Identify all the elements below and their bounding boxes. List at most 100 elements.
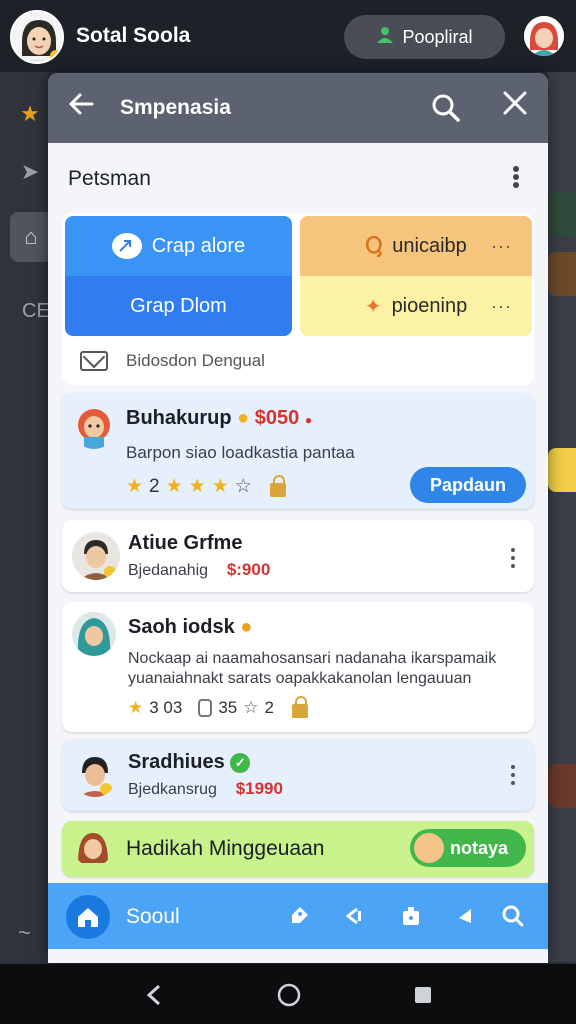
system-back-icon[interactable] (144, 984, 164, 1011)
card-title: Hadikah Minggeuaan (126, 837, 325, 860)
dialog-title: Smpenasia (120, 96, 231, 119)
action-button-2-label: Grap Dlom (130, 294, 227, 317)
avatar-redhair-icon (524, 16, 564, 56)
system-home-icon[interactable] (277, 983, 301, 1012)
card-title: Buhakurup ● $050 ● (126, 407, 312, 430)
feed-card[interactable]: Sradhiues ✓ Bjedkansrug $1990 (62, 739, 534, 811)
card-title: Saoh iodsk ● (128, 616, 252, 639)
search-loop-icon: Ⴓ (365, 235, 383, 258)
grid-footer-label: Bidosdon Dengual (126, 351, 265, 370)
secondary-avatar[interactable] (524, 16, 564, 56)
feed-card[interactable]: Buhakurup ● $050 ● Barpon siao loadkasti… (62, 393, 534, 509)
secondary-rating: 2 (264, 698, 274, 717)
star-icon: ★ (126, 476, 144, 497)
grid-footer: Bidosdon Dengual (62, 341, 265, 381)
app-title: Sotal Soola (76, 24, 191, 47)
search-icon[interactable] (498, 901, 528, 931)
card-description-line2: yuanaiahnakt sarats oapakkakanolan lenga… (128, 670, 472, 687)
background-sidebar: ★ ➤ ⌂ CE ~ (0, 72, 52, 962)
person-orange-icon: ✦ (364, 295, 382, 318)
back-arrow-icon[interactable] (66, 89, 96, 128)
action-button-1[interactable]: Crap alore (65, 216, 292, 276)
action-button-2[interactable]: Grap Dlom (65, 276, 292, 336)
star-outline-icon: ☆ (243, 698, 259, 717)
feed-card-highlight[interactable]: Hadikah Minggeuaan notaya (62, 821, 534, 877)
feed-card[interactable]: Atiue Grfme Bjedanahig $:900 (62, 520, 534, 592)
section-title: Petsman (68, 167, 151, 190)
card-description: Barpon siao loadkastia pantaa (126, 443, 355, 462)
profile-avatar[interactable] (10, 10, 64, 64)
stats-row: ★ 3 03 35 ☆ 2 (128, 696, 308, 718)
background-chip (548, 192, 576, 236)
status-chip-label: notaya (450, 837, 509, 858)
dot-icon: ● (304, 413, 313, 427)
lock-icon (291, 696, 308, 718)
system-recents-icon[interactable] (414, 986, 432, 1009)
system-navigation-bar (0, 964, 576, 1024)
dialog-panel: Smpenasia Petsman Crap alore Grap Dlom Ⴓ… (48, 73, 548, 963)
avatar-redhead-icon (72, 405, 116, 449)
pin-icon: ➤ (20, 159, 40, 184)
star-icon: ★ (128, 698, 144, 717)
star-outline-icon: ☆ (234, 476, 252, 497)
action-button[interactable]: Papdaun (410, 467, 526, 503)
smile-icon: ● (237, 407, 250, 429)
card-price: $050 (254, 407, 300, 429)
avatar-man-icon (72, 532, 120, 580)
link-icon (111, 233, 142, 259)
action-button-3-label: unicaibp (392, 234, 467, 257)
close-icon[interactable] (500, 87, 530, 127)
card-title: Sradhiues ✓ (128, 751, 251, 774)
status-chip-button[interactable]: notaya (410, 829, 526, 867)
more-dots-icon[interactable]: ··· (491, 236, 512, 257)
card-subtitle: Bjedkansrug $1990 (128, 779, 283, 799)
action-button-3[interactable]: Ⴓ unicaibp ··· (300, 216, 532, 276)
card-price: $1990 (235, 779, 283, 798)
count-value: 35 (218, 698, 238, 717)
share-icon[interactable] (338, 901, 368, 931)
home-icon[interactable] (66, 895, 110, 939)
kebab-menu-icon[interactable] (510, 765, 516, 785)
card-description-line1: Nockaap ai naamahosansari nadanaha ikars… (128, 650, 497, 667)
avatar-man-2-icon (72, 751, 118, 797)
star-icon: ★ (20, 101, 40, 126)
star-icon: ★ (165, 476, 183, 497)
rating-value: 2 (149, 475, 160, 497)
feed-card[interactable]: Saoh iodsk ● Nockaap ai naamahosansari n… (62, 602, 534, 732)
send-icon[interactable] (450, 901, 480, 931)
tag-icon[interactable] (284, 901, 314, 931)
star-icon: ★ (211, 476, 229, 497)
comment-icon (198, 699, 213, 717)
nav-label: Sooul (126, 905, 180, 928)
home-outline-icon: ⌂ (10, 212, 52, 262)
emoji-icon: ● (240, 616, 253, 638)
card-title-text: Saoh iodsk (128, 616, 235, 638)
sort-icon[interactable] (506, 165, 526, 189)
lock-icon (269, 474, 286, 497)
more-dots-icon[interactable]: ··· (491, 296, 512, 317)
bag-icon[interactable] (396, 901, 426, 931)
card-title-text: Sradhiues (128, 751, 225, 773)
card-title-text: Buhakurup (126, 407, 232, 429)
rating-value: 3 03 (149, 698, 183, 717)
card-title: Atiue Grfme (128, 532, 243, 554)
search-icon[interactable] (431, 91, 461, 125)
background-right-column (548, 72, 576, 962)
card-subtitle: Bjedanahig $:900 (128, 560, 270, 580)
avatar-woman-icon (12, 12, 62, 62)
avatar-woman-2-icon (74, 829, 112, 867)
bottom-navigation: Sooul (48, 883, 548, 949)
wave-icon: ~ (18, 920, 31, 945)
background-chip (548, 764, 576, 808)
card-subtitle-text: Bjedanahig (128, 562, 209, 579)
card-price: $:900 (226, 560, 271, 579)
verified-icon: ✓ (230, 752, 251, 773)
avatar-hijab-icon (72, 612, 116, 656)
action-button-4[interactable]: ✦ pioeninp ··· (300, 276, 532, 336)
status-pill-button[interactable]: Poopliral (344, 15, 505, 59)
kebab-menu-icon[interactable] (510, 548, 516, 568)
star-icon: ★ (188, 476, 206, 497)
card-subtitle-text: Bjedkansrug (128, 781, 217, 798)
action-button-1-label: Crap alore (151, 234, 246, 257)
app-top-bar: Sotal Soola Poopliral (0, 0, 576, 72)
